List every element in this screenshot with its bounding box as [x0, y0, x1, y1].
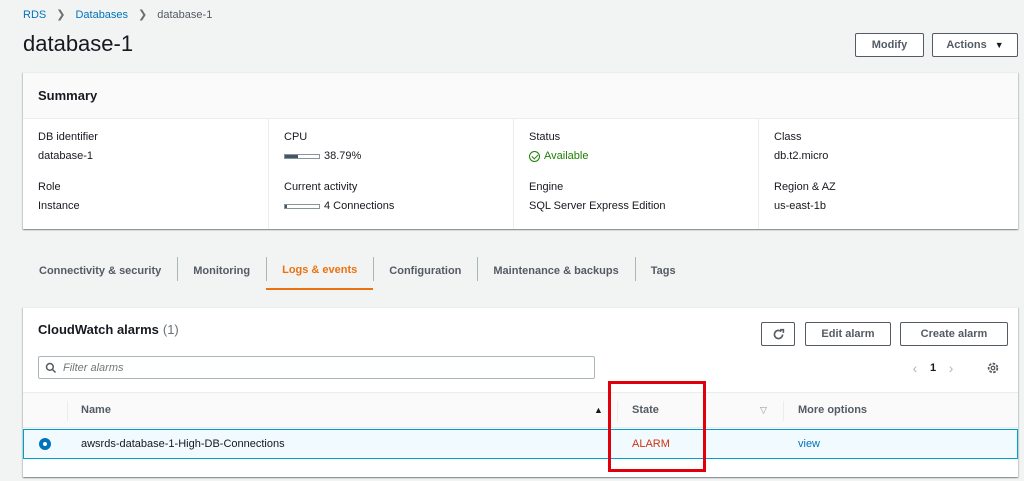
alarms-count: (1): [162, 322, 179, 337]
filter-box: [38, 356, 595, 379]
check-circle-icon: [529, 150, 540, 162]
breadcrumb-current: database-1: [157, 8, 213, 21]
caret-down-icon: ▼: [994, 40, 1004, 50]
alarm-view-link[interactable]: view: [798, 438, 820, 450]
actions-label: Actions: [946, 39, 987, 51]
highlight-box: [608, 381, 706, 472]
table-header: Name ▲ State ▽ More options: [23, 392, 1018, 428]
class-label: Class: [774, 131, 802, 143]
summary-col-status: Status Available Engine SQL Server Expre…: [513, 119, 757, 229]
db-identifier-label: DB identifier: [38, 131, 98, 143]
status-label: Status: [529, 131, 561, 143]
engine-value: SQL Server Express Edition: [529, 200, 666, 212]
summary-col-cpu: CPU 38.79% Current activity 4 Connection…: [268, 119, 512, 229]
column-more-options: More options: [798, 404, 868, 416]
role-label: Role: [38, 181, 61, 193]
chevron-right-icon[interactable]: ›: [942, 360, 960, 376]
activity-connections: 4 Connections: [324, 200, 395, 212]
breadcrumb-databases[interactable]: Databases: [75, 9, 128, 21]
chevron-left-icon[interactable]: ‹: [906, 360, 924, 376]
alarms-panel: CloudWatch alarms (1) Edit alarm Create a…: [23, 307, 1018, 477]
tab-bar: Connectivity & security Monitoring Logs …: [23, 252, 1018, 290]
engine-label: Engine: [529, 181, 564, 193]
region-value: us-east-1b: [774, 200, 826, 212]
status-value: Available: [529, 150, 588, 162]
cpu-meter: [284, 153, 320, 159]
breadcrumb: RDS ❯ Databases ❯ database-1: [23, 8, 213, 22]
row-radio[interactable]: [39, 438, 51, 450]
column-divider: [67, 401, 68, 421]
summary-col-class: Class db.t2.micro Region & AZ us-east-1b: [758, 119, 1018, 229]
refresh-icon: [773, 328, 784, 339]
pagination: ‹ 1 ›: [906, 360, 960, 376]
cpu-meter-fill: [285, 154, 299, 158]
table-row[interactable]: awsrds-database-1-High-DB-Connections AL…: [23, 429, 1018, 459]
activity-meter-fill: [285, 204, 287, 208]
create-alarm-button[interactable]: Create alarm: [900, 322, 1008, 346]
summary-col-identifier: DB identifier database-1 Role Instance: [23, 119, 267, 229]
page-number[interactable]: 1: [930, 362, 936, 374]
cpu-percent: 38.79%: [324, 150, 362, 162]
tab-logs-events[interactable]: Logs & events: [266, 252, 374, 290]
refresh-button[interactable]: [761, 322, 795, 346]
class-value: db.t2.micro: [774, 150, 829, 162]
sort-icon[interactable]: ▽: [760, 405, 767, 416]
db-identifier-value: database-1: [38, 150, 94, 162]
column-divider: [783, 401, 784, 421]
filter-alarms-input[interactable]: [63, 361, 563, 374]
cpu-value: 38.79%: [284, 150, 361, 162]
status-text: Available: [544, 150, 589, 162]
sort-ascending-icon[interactable]: ▲: [594, 405, 603, 415]
tab-tags[interactable]: Tags: [634, 252, 692, 290]
region-label: Region & AZ: [774, 181, 836, 193]
breadcrumb-rds[interactable]: RDS: [23, 9, 46, 21]
actions-button[interactable]: Actions ▼: [932, 33, 1018, 57]
cpu-label: CPU: [284, 131, 308, 143]
activity-value: 4 Connections: [284, 200, 394, 212]
alarm-name: awsrds-database-1-High-DB-Connections: [81, 438, 285, 450]
edit-alarm-button[interactable]: Edit alarm: [805, 322, 891, 346]
column-name[interactable]: Name: [81, 404, 111, 416]
search-icon: [45, 362, 57, 373]
summary-title: Summary: [23, 73, 1018, 119]
activity-meter: [284, 203, 320, 209]
tab-configuration[interactable]: Configuration: [373, 252, 477, 290]
page-title: database-1: [23, 31, 134, 56]
alarms-title-text: CloudWatch alarms: [38, 322, 159, 337]
alarms-title: CloudWatch alarms (1): [38, 322, 179, 337]
tab-monitoring[interactable]: Monitoring: [177, 252, 266, 290]
summary-panel: Summary DB identifier database-1 Role In…: [23, 72, 1018, 229]
activity-label: Current activity: [284, 181, 358, 193]
modify-button[interactable]: Modify: [855, 33, 924, 57]
chevron-right-icon: ❯: [138, 9, 148, 21]
role-value: Instance: [38, 200, 80, 212]
gear-icon[interactable]: [986, 361, 1000, 375]
tab-connectivity[interactable]: Connectivity & security: [23, 252, 177, 290]
chevron-right-icon: ❯: [56, 9, 66, 21]
tab-maintenance[interactable]: Maintenance & backups: [477, 252, 634, 290]
